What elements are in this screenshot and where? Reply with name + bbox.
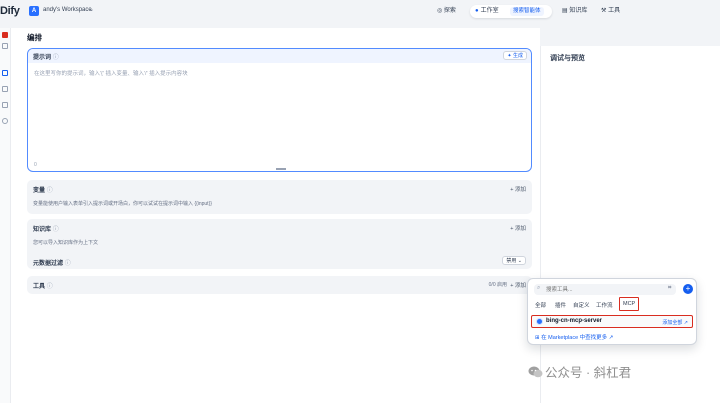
- chevron-down-icon[interactable]: ⌄: [89, 6, 94, 13]
- nav-studio-label: 工作室: [480, 8, 499, 14]
- knowledge-title: 知识库 ⓘ: [33, 227, 59, 233]
- nav-explore-label: 探索: [443, 8, 456, 14]
- logs-icon[interactable]: [2, 102, 8, 108]
- orchestrate-panel: 编排 提示词 ⓘ ✦ 生成 在这里写你的提示词，输入'{' 插入变量、输入'/'…: [11, 28, 540, 403]
- nav-tools-label: 工具: [608, 8, 621, 14]
- top-nav: Dify A andy's Workspace ⌄ ◎ 探索 ● 工作室 搜索智能…: [0, 0, 720, 24]
- mcp-server-icon: [536, 318, 543, 325]
- studio-search-tag[interactable]: 搜索智能体: [510, 7, 544, 16]
- nav-knowledge[interactable]: ▤ 知识库: [562, 5, 587, 18]
- tab-mcp[interactable]: MCP: [619, 297, 640, 311]
- tab-plugins[interactable]: 插件: [555, 301, 566, 309]
- tool-search-box[interactable]: ⌕: [534, 284, 676, 295]
- app-icon[interactable]: [2, 32, 8, 38]
- nav-explore[interactable]: ◎ 探索: [437, 5, 456, 18]
- tab-all[interactable]: 全部: [535, 301, 546, 309]
- generate-button[interactable]: ✦ 生成: [503, 51, 527, 60]
- knowledge-description: 您可以导入知识库作为上下文: [33, 240, 99, 246]
- prompt-editor[interactable]: 提示词 ⓘ ✦ 生成 在这里写你的提示词，输入'{' 插入变量、输入'/' 插入…: [27, 48, 532, 172]
- add-all-button[interactable]: 添加全部 ↗: [662, 319, 688, 326]
- menu-icon[interactable]: [2, 43, 8, 49]
- mcp-server-item[interactable]: bing-cn-mcp-server 添加全部 ↗: [531, 315, 693, 328]
- variables-title: 变量 ⓘ: [33, 188, 53, 194]
- add-knowledge-button[interactable]: + 添加: [510, 224, 526, 232]
- tab-custom[interactable]: 自定义: [573, 301, 590, 309]
- watermark-text: 公众号 · 斜杠君: [545, 366, 632, 380]
- info-icon: ⓘ: [64, 261, 71, 267]
- search-icon: ⌕: [537, 285, 541, 291]
- nav-studio[interactable]: ● 工作室 搜索智能体: [470, 5, 552, 18]
- tool-picker-popover: ⌕ ⌗ + 全部 插件 自定义 工作流 MCP bing-cn-mcp-serv…: [527, 278, 697, 345]
- tools-enabled-count: 0/0 启用: [488, 282, 507, 288]
- wrench-icon: ⚒: [601, 8, 607, 14]
- metadata-filter-select[interactable]: 禁用 ⌄: [502, 256, 526, 265]
- info-icon: ⓘ: [46, 284, 53, 290]
- tool-search-input[interactable]: [546, 285, 656, 294]
- variables-description: 变量能使用户输入表单引入提示词或开场白，你可以试试在提示词中输入 {{input…: [33, 201, 212, 207]
- info-icon: ⓘ: [52, 55, 59, 61]
- app-logo[interactable]: Dify: [0, 5, 20, 17]
- orchestrate-icon[interactable]: [2, 70, 8, 76]
- tools-section: 工具 ⓘ 0/0 启用 + 添加: [27, 276, 532, 294]
- watermark: 公众号 · 斜杠君: [528, 362, 631, 381]
- prompt-header: 提示词 ⓘ ✦ 生成: [28, 49, 531, 63]
- mcp-server-name: bing-cn-mcp-server: [546, 318, 603, 324]
- prompt-char-count: 0: [34, 162, 37, 168]
- prompt-label: 提示词 ⓘ: [33, 55, 59, 61]
- left-rail: [0, 28, 11, 403]
- debug-preview-panel: 调试与预览: [540, 46, 720, 403]
- compass-icon: ◎: [437, 8, 443, 14]
- info-icon: ⓘ: [46, 188, 53, 194]
- prompt-placeholder[interactable]: 在这里写你的提示词，输入'{' 插入变量、输入'/' 插入提示内容块: [34, 69, 188, 77]
- info-icon: ⓘ: [52, 227, 59, 233]
- metadata-filter-label: 元数据过滤 ⓘ: [33, 261, 71, 267]
- nav-tools[interactable]: ⚒ 工具: [601, 5, 620, 18]
- tag-filter-icon[interactable]: ⌗: [668, 285, 671, 292]
- tab-workflow[interactable]: 工作流: [596, 301, 613, 309]
- monitor-icon[interactable]: [2, 118, 8, 124]
- add-tool-button[interactable]: + 添加: [510, 281, 526, 289]
- nav-knowledge-label: 知识库: [569, 8, 588, 14]
- book-icon: ▤: [562, 8, 568, 14]
- wechat-icon: [528, 366, 543, 378]
- debug-preview-title: 调试与预览: [550, 55, 585, 62]
- marketplace-link[interactable]: ⊞ 在 Marketplace 中查找更多 ↗: [535, 333, 613, 341]
- studio-icon: ●: [475, 8, 479, 14]
- page-title: 编排: [27, 33, 42, 42]
- knowledge-section: 知识库 ⓘ + 添加 您可以导入知识库作为上下文 元数据过滤 ⓘ 禁用 ⌄: [27, 219, 532, 269]
- create-tool-button[interactable]: +: [683, 284, 693, 294]
- workspace-name[interactable]: andy's Workspace: [43, 7, 92, 13]
- variables-section: 变量 ⓘ + 添加 变量能使用户输入表单引入提示词或开场白，你可以试试在提示词中…: [27, 180, 532, 214]
- add-variable-button[interactable]: + 添加: [510, 185, 526, 193]
- workspace-avatar[interactable]: A: [29, 6, 39, 16]
- api-icon[interactable]: [2, 86, 8, 92]
- tools-title: 工具 ⓘ: [33, 284, 53, 290]
- resize-handle[interactable]: [276, 168, 286, 170]
